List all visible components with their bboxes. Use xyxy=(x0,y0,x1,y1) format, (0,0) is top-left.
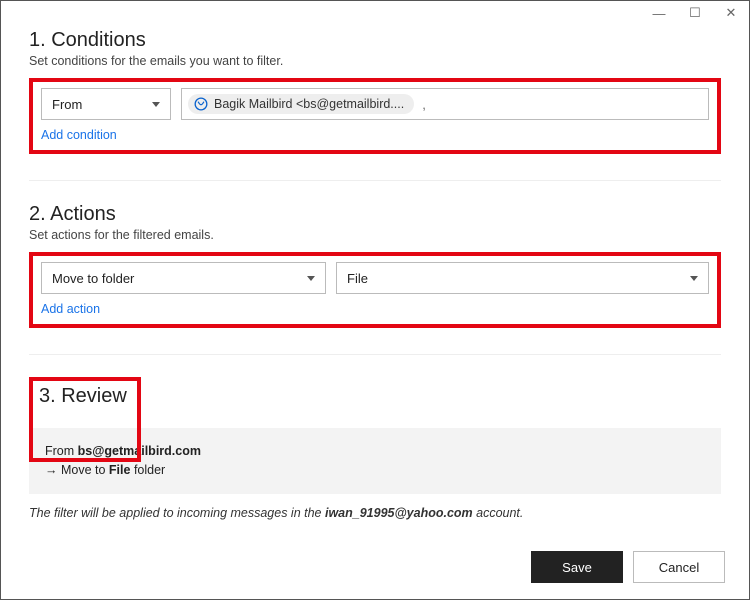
review-highlight: 3. Review xyxy=(29,377,141,462)
review-from-line: From bs@getmailbird.com xyxy=(45,442,705,461)
chevron-down-icon xyxy=(152,102,160,107)
add-condition-link[interactable]: Add condition xyxy=(41,128,117,142)
footnote-prefix: The filter will be applied to incoming m… xyxy=(29,506,325,520)
review-move-suffix: folder xyxy=(130,463,165,477)
footnote-account: iwan_91995@yahoo.com xyxy=(325,506,473,520)
action-folder-dropdown[interactable]: File xyxy=(336,262,709,294)
review-move-line: → Move to File folder xyxy=(45,461,705,480)
review-section: 3. Review From bs@getmailbird.com → Move… xyxy=(29,377,721,520)
minimize-button[interactable]: — xyxy=(641,1,677,25)
review-folder-name: File xyxy=(109,463,131,477)
action-row: Move to folder File xyxy=(41,262,709,294)
condition-field-value: From xyxy=(52,97,82,112)
save-button[interactable]: Save xyxy=(531,551,623,583)
maximize-button[interactable]: ☐ xyxy=(677,1,713,25)
action-type-value: Move to folder xyxy=(52,271,134,286)
dialog-button-row: Save Cancel xyxy=(531,551,725,583)
actions-subtitle: Set actions for the filtered emails. xyxy=(29,228,721,242)
divider xyxy=(29,354,721,355)
footnote-suffix: account. xyxy=(473,506,524,520)
chip-separator: , xyxy=(420,97,426,112)
conditions-highlight: From Bagik Mailbird <bs@getmailbird.... … xyxy=(29,78,721,154)
review-move-prefix: → Move to xyxy=(45,463,109,477)
close-button[interactable]: ✕ xyxy=(713,1,749,25)
dialog-content: 1. Conditions Set conditions for the ema… xyxy=(1,1,749,548)
action-type-dropdown[interactable]: Move to folder xyxy=(41,262,326,294)
chevron-down-icon xyxy=(690,276,698,281)
recipient-chip-label: Bagik Mailbird <bs@getmailbird.... xyxy=(214,97,404,111)
cancel-button[interactable]: Cancel xyxy=(633,551,725,583)
condition-row: From Bagik Mailbird <bs@getmailbird.... … xyxy=(41,88,709,120)
recipient-chip[interactable]: Bagik Mailbird <bs@getmailbird.... xyxy=(188,94,414,114)
conditions-heading: 1. Conditions xyxy=(29,29,721,52)
review-heading: 3. Review xyxy=(39,385,127,408)
mailbird-icon xyxy=(194,97,208,111)
condition-field-dropdown[interactable]: From xyxy=(41,88,171,120)
actions-highlight: Move to folder File Add action xyxy=(29,252,721,328)
condition-value-input[interactable]: Bagik Mailbird <bs@getmailbird.... , xyxy=(181,88,709,120)
actions-heading: 2. Actions xyxy=(29,203,721,226)
divider xyxy=(29,180,721,181)
action-folder-value: File xyxy=(347,271,368,286)
footnote: The filter will be applied to incoming m… xyxy=(29,506,721,520)
conditions-section: 1. Conditions Set conditions for the ema… xyxy=(29,29,721,154)
window-controls: — ☐ ✕ xyxy=(641,1,749,25)
chevron-down-icon xyxy=(307,276,315,281)
add-action-link[interactable]: Add action xyxy=(41,302,100,316)
actions-section: 2. Actions Set actions for the filtered … xyxy=(29,203,721,328)
conditions-subtitle: Set conditions for the emails you want t… xyxy=(29,54,721,68)
